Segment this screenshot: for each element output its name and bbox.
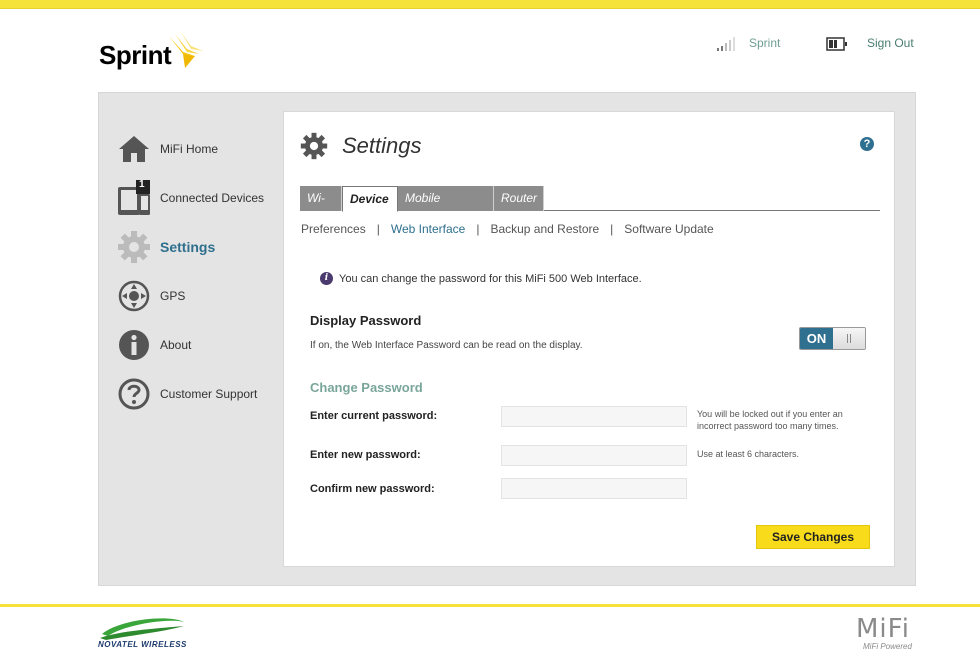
gear-icon: [117, 229, 151, 265]
novatel-wordmark: NOVATEL WIRELESS: [98, 640, 187, 649]
bottom-accent-bar: [0, 604, 980, 607]
info-message: i You can change the password for this M…: [320, 272, 642, 285]
brand-name: Sprint: [99, 40, 172, 70]
sidebar-item-customer-support[interactable]: Customer Support: [117, 374, 287, 414]
new-password-input[interactable]: [501, 445, 687, 466]
top-accent-bar: [0, 0, 980, 9]
subnav-separator: |: [610, 222, 614, 236]
page-title: Settings: [342, 133, 422, 158]
info-text: You can change the password for this MiF…: [339, 272, 642, 285]
sidebar-item-about[interactable]: About: [117, 325, 287, 365]
toggle-knob: [833, 328, 865, 349]
sidebar-item-mifi-home[interactable]: MiFi Home: [117, 129, 287, 169]
subnav-software-update[interactable]: Software Update: [624, 222, 713, 236]
subnav-backup-restore[interactable]: Backup and Restore: [490, 222, 599, 236]
tab-device[interactable]: Device: [342, 186, 398, 212]
new-password-hint: Use at least 6 characters.: [697, 449, 800, 459]
change-password-title: Change Password: [310, 380, 423, 395]
sidebar-item-label: GPS: [160, 289, 186, 303]
sidebar-item-label: About: [160, 338, 192, 352]
battery-icon: [826, 37, 847, 51]
mifi-powered-text: MiFi Powered: [863, 642, 912, 651]
settings-tabs: Wi-Fi Device Mobile Network Router: [300, 186, 880, 230]
current-password-hint: You will be locked out if you enter an i…: [697, 409, 843, 431]
sidebar-item-connected-devices[interactable]: 1 Connected Devices: [117, 178, 287, 218]
carrier-name: Sprint: [749, 36, 781, 50]
sprint-wing-icon: [169, 32, 203, 68]
subnav-web-interface[interactable]: Web Interface: [391, 222, 465, 236]
confirm-password-label: Confirm new password:: [310, 483, 435, 495]
tab-wifi[interactable]: Wi-Fi: [300, 186, 342, 230]
tab-mobile-network[interactable]: Mobile Network: [398, 186, 494, 230]
new-password-label: Enter new password:: [310, 449, 421, 461]
main-frame: MiFi Home 1 Connected Devices Settings G…: [98, 92, 916, 586]
info-icon: i: [320, 272, 333, 285]
display-password-title: Display Password: [310, 313, 422, 328]
save-changes-button[interactable]: Save Changes: [756, 525, 870, 549]
settings-panel: Settings ? Wi-Fi Device Mobile Network R…: [283, 111, 895, 567]
help-icon[interactable]: ?: [860, 137, 874, 151]
sign-out-link[interactable]: Sign Out: [867, 36, 914, 52]
question-icon: [117, 376, 151, 412]
toggle-state-label: ON: [800, 328, 833, 349]
gps-icon: [117, 278, 151, 314]
current-password-label: Enter current password:: [310, 410, 438, 422]
mifi-logo: MiFi: [856, 614, 910, 644]
sidebar-item-label: Customer Support: [160, 387, 258, 401]
sidebar-item-settings[interactable]: Settings: [117, 227, 287, 267]
subnav: Preferences | Web Interface | Backup and…: [301, 222, 714, 236]
sidebar-item-label: Settings: [160, 239, 216, 255]
display-password-toggle[interactable]: ON: [799, 327, 866, 350]
subnav-separator: |: [376, 222, 380, 236]
info-icon: [117, 327, 151, 363]
sprint-logo[interactable]: Sprint: [99, 32, 209, 74]
novatel-swoosh-icon: [100, 618, 184, 640]
current-password-input[interactable]: [501, 406, 687, 427]
display-password-description: If on, the Web Interface Password can be…: [310, 340, 583, 351]
subnav-separator: |: [476, 222, 480, 236]
signal-strength-icon: [717, 37, 735, 51]
tab-router[interactable]: Router: [494, 186, 544, 211]
gear-icon: [300, 132, 328, 160]
sidebar-item-gps[interactable]: GPS: [117, 276, 287, 316]
confirm-password-input[interactable]: [501, 478, 687, 499]
home-icon: [117, 131, 151, 167]
device-count-badge: 1: [139, 179, 145, 190]
page-header: Settings: [300, 132, 422, 160]
novatel-logo: NOVATEL WIRELESS: [98, 616, 188, 652]
devices-icon: 1: [117, 179, 151, 216]
sidebar-item-label: Connected Devices: [160, 191, 265, 205]
subnav-preferences[interactable]: Preferences: [301, 222, 366, 236]
sidebar-item-label: MiFi Home: [160, 142, 219, 156]
